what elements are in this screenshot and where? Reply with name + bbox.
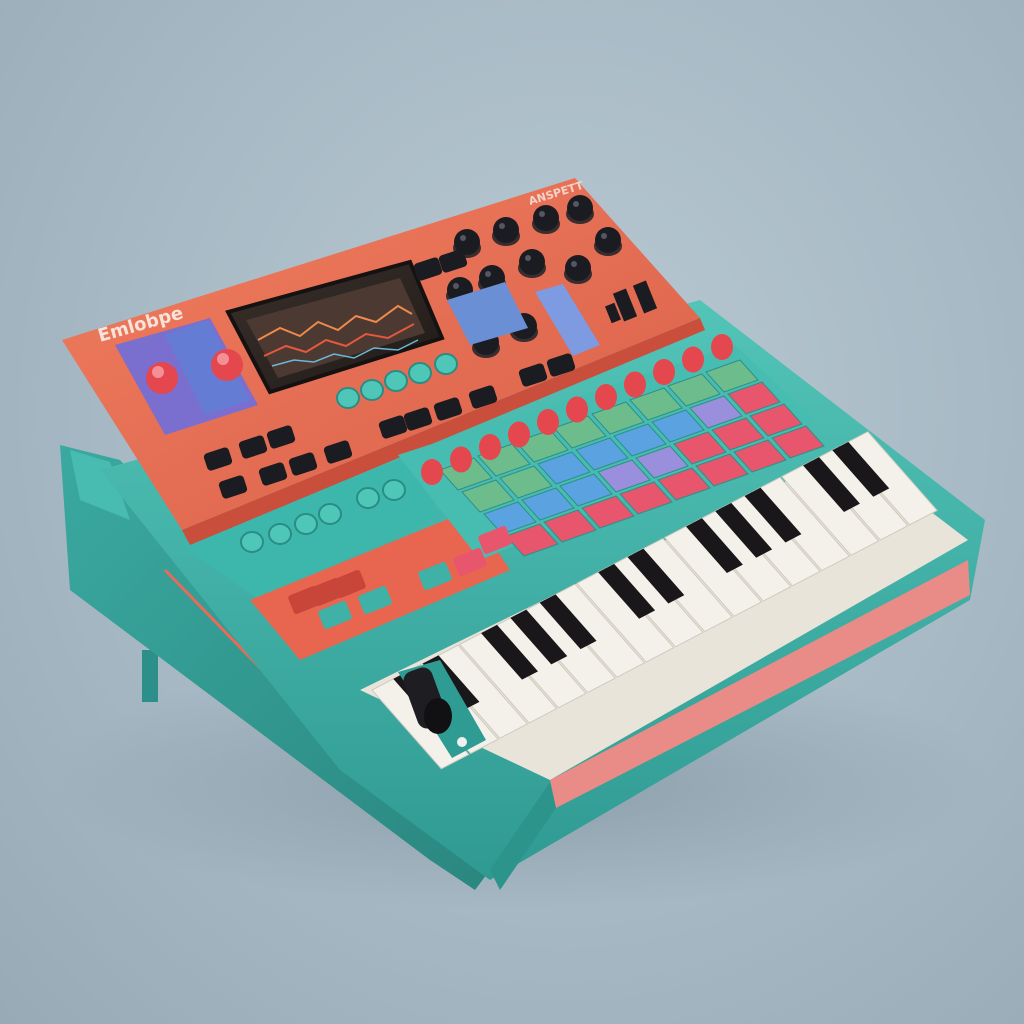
- button-icon[interactable]: [294, 513, 318, 535]
- knob-icon[interactable]: [533, 205, 559, 231]
- button-icon[interactable]: [479, 434, 501, 460]
- knob-icon[interactable]: [565, 255, 591, 281]
- button-icon[interactable]: [595, 384, 617, 410]
- knob-icon[interactable]: [211, 349, 243, 381]
- button-icon[interactable]: [318, 503, 342, 525]
- knob-icon[interactable]: [595, 227, 621, 253]
- button-icon[interactable]: [336, 387, 360, 409]
- button-icon[interactable]: [566, 396, 588, 423]
- button-icon[interactable]: [356, 487, 380, 509]
- button-icon[interactable]: [384, 370, 408, 392]
- button-icon[interactable]: [682, 346, 704, 373]
- button-icon[interactable]: [624, 371, 646, 398]
- knob-icon[interactable]: [493, 217, 519, 243]
- knob-icon[interactable]: [519, 249, 545, 275]
- button-icon[interactable]: [508, 421, 530, 448]
- button-icon[interactable]: [408, 362, 432, 384]
- button-icon[interactable]: [653, 359, 675, 385]
- synthesizer-illustration: Emlobpe ANSPETT: [50, 178, 990, 910]
- button-icon[interactable]: [268, 523, 292, 545]
- button-icon[interactable]: [382, 479, 406, 501]
- button-icon[interactable]: [360, 379, 384, 401]
- knob-icon[interactable]: [567, 195, 593, 221]
- button-icon[interactable]: [434, 353, 458, 375]
- button-icon[interactable]: [450, 446, 472, 473]
- stand-leg: [142, 650, 158, 702]
- button-icon[interactable]: [421, 459, 443, 485]
- button-icon[interactable]: [537, 409, 559, 435]
- knob-icon[interactable]: [146, 362, 178, 394]
- button-icon[interactable]: [711, 334, 733, 360]
- button-icon[interactable]: [240, 531, 264, 553]
